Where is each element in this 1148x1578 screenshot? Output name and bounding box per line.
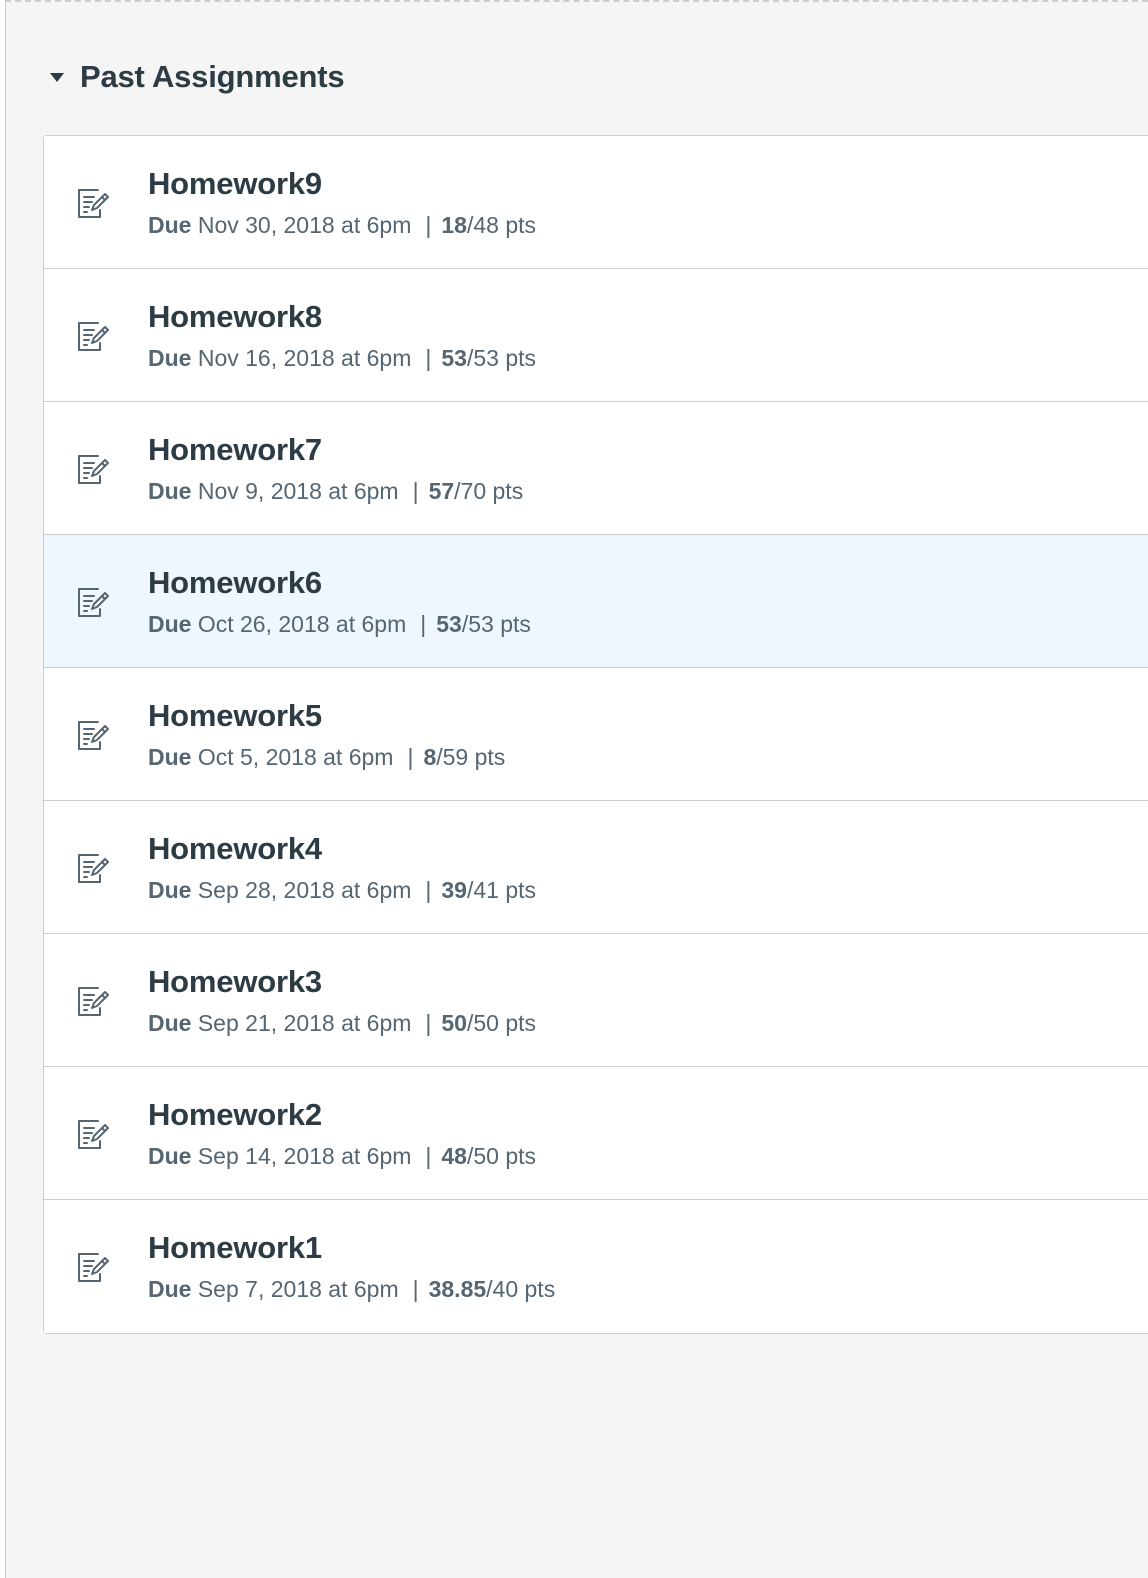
assignment-row-homework2[interactable]: Homework2 Due Sep 14, 2018 at 6pm | 48/50 … bbox=[44, 1067, 1148, 1200]
assignment-meta: Due Nov 16, 2018 at 6pm | 53/53 pts bbox=[148, 345, 536, 372]
assignment-meta: Due Oct 26, 2018 at 6pm | 53/53 pts bbox=[148, 611, 531, 638]
score-value: 48 bbox=[441, 1143, 467, 1169]
assignment-row-homework8[interactable]: Homework8 Due Nov 16, 2018 at 6pm | 53/53 … bbox=[44, 269, 1148, 402]
due-date: Sep 7, 2018 at 6pm bbox=[197, 1276, 399, 1302]
assignment-icon bbox=[78, 1253, 109, 1282]
assignment-title-link[interactable]: Homework7 bbox=[148, 432, 322, 468]
due-label: Due bbox=[148, 1143, 198, 1169]
assignment-meta: Due Sep 21, 2018 at 6pm | 50/50 pts bbox=[148, 1010, 536, 1037]
assignment-title-link[interactable]: Homework5 bbox=[148, 698, 322, 734]
assignment-icon bbox=[78, 721, 109, 750]
points-possible: /50 pts bbox=[466, 1143, 537, 1169]
assignment-row-homework4[interactable]: Homework4 Due Sep 28, 2018 at 6pm | 39/41 … bbox=[44, 801, 1148, 934]
assignments-panel: Past Assignments Homework9 Due Nov 30, 2… bbox=[5, 0, 1148, 1578]
score-value: 39 bbox=[441, 877, 467, 903]
due-label: Due bbox=[148, 744, 198, 770]
group-title: Past Assignments bbox=[80, 59, 345, 94]
points-possible: /48 pts bbox=[466, 212, 536, 238]
assignment-row-homework6[interactable]: Homework6 Due Oct 26, 2018 at 6pm | 53/53 … bbox=[44, 535, 1148, 668]
points-possible: /40 pts bbox=[486, 1276, 556, 1302]
due-date: Nov 9, 2018 at 6pm bbox=[197, 478, 399, 504]
due-date: Nov 16, 2018 at 6pm bbox=[197, 345, 412, 371]
assignment-row-homework9[interactable]: Homework9 Due Nov 30, 2018 at 6pm | 18/48 … bbox=[44, 136, 1148, 269]
assignment-title-link[interactable]: Homework3 bbox=[148, 964, 322, 1000]
due-date: Sep 28, 2018 at 6pm bbox=[197, 877, 412, 903]
score-value: 53 bbox=[436, 611, 462, 637]
score-value: 50 bbox=[441, 1010, 467, 1036]
assignment-icon bbox=[78, 588, 109, 617]
assignment-row-homework1[interactable]: Homework1 Due Sep 7, 2018 at 6pm | 38.85/4… bbox=[44, 1200, 1148, 1333]
assignment-icon bbox=[78, 322, 109, 351]
score-value: 18 bbox=[441, 212, 467, 238]
due-date: Oct 26, 2018 at 6pm bbox=[197, 611, 407, 637]
assignment-icon bbox=[78, 189, 109, 218]
meta-separator: | bbox=[425, 212, 432, 238]
assignment-meta: Due Sep 14, 2018 at 6pm | 48/50 pts bbox=[148, 1143, 536, 1170]
due-label: Due bbox=[148, 611, 198, 637]
assignment-row-homework5[interactable]: Homework5 Due Oct 5, 2018 at 6pm | 8/59 pt… bbox=[44, 668, 1148, 801]
meta-separator: | bbox=[412, 478, 419, 504]
due-label: Due bbox=[148, 1010, 198, 1036]
assignment-title-link[interactable]: Homework8 bbox=[148, 299, 322, 335]
due-date: Sep 14, 2018 at 6pm bbox=[197, 1143, 412, 1169]
assignment-meta: Due Sep 28, 2018 at 6pm | 39/41 pts bbox=[148, 877, 536, 904]
assignment-row-homework3[interactable]: Homework3 Due Sep 21, 2018 at 6pm | 50/50 … bbox=[44, 934, 1148, 1067]
past-assignments-toggle[interactable]: Past Assignments bbox=[50, 54, 345, 100]
assignment-meta: Due Nov 30, 2018 at 6pm | 18/48 pts bbox=[148, 212, 536, 239]
assignment-title-link[interactable]: Homework4 bbox=[148, 831, 322, 867]
due-label: Due bbox=[148, 345, 198, 371]
assignment-row-homework7[interactable]: Homework7 Due Nov 9, 2018 at 6pm | 57/70 p… bbox=[44, 402, 1148, 535]
score-value: 57 bbox=[428, 478, 455, 504]
assignment-meta: Due Sep 7, 2018 at 6pm | 38.85/40 pts bbox=[148, 1276, 555, 1303]
points-possible: /53 pts bbox=[461, 611, 531, 637]
assignment-list: Homework9 Due Nov 30, 2018 at 6pm | 18/48 … bbox=[43, 135, 1148, 1334]
due-label: Due bbox=[148, 1276, 198, 1302]
meta-separator: | bbox=[425, 1143, 432, 1169]
meta-separator: | bbox=[425, 345, 432, 371]
assignment-title-link[interactable]: Homework9 bbox=[148, 166, 322, 202]
score-value: 38.85 bbox=[428, 1276, 487, 1302]
assignment-title-link[interactable]: Homework1 bbox=[148, 1230, 322, 1266]
points-possible: /50 pts bbox=[466, 1010, 537, 1036]
points-possible: /53 pts bbox=[466, 345, 536, 371]
score-value: 8 bbox=[423, 744, 437, 770]
meta-separator: | bbox=[425, 877, 432, 903]
due-label: Due bbox=[148, 478, 198, 504]
meta-separator: | bbox=[407, 744, 414, 770]
assignment-icon bbox=[78, 1120, 109, 1149]
caret-down-icon bbox=[50, 72, 64, 82]
assignment-meta: Due Oct 5, 2018 at 6pm | 8/59 pts bbox=[148, 744, 505, 771]
due-date: Nov 30, 2018 at 6pm bbox=[197, 212, 412, 238]
due-date: Oct 5, 2018 at 6pm bbox=[197, 744, 394, 770]
due-date: Sep 21, 2018 at 6pm bbox=[197, 1010, 412, 1036]
score-value: 53 bbox=[441, 345, 467, 371]
points-possible: /59 pts bbox=[436, 744, 506, 770]
assignment-meta: Due Nov 9, 2018 at 6pm | 57/70 pts bbox=[148, 478, 523, 505]
meta-separator: | bbox=[425, 1010, 432, 1036]
assignment-title-link[interactable]: Homework2 bbox=[148, 1097, 322, 1133]
assignment-icon bbox=[78, 854, 109, 883]
points-possible: /70 pts bbox=[454, 478, 524, 504]
meta-separator: | bbox=[420, 611, 427, 637]
due-label: Due bbox=[148, 877, 198, 903]
assignment-title-link[interactable]: Homework6 bbox=[148, 565, 322, 601]
assignment-icon bbox=[78, 455, 109, 484]
due-label: Due bbox=[148, 212, 198, 238]
assignment-icon bbox=[78, 987, 109, 1016]
points-possible: /41 pts bbox=[466, 877, 537, 903]
meta-separator: | bbox=[412, 1276, 419, 1302]
